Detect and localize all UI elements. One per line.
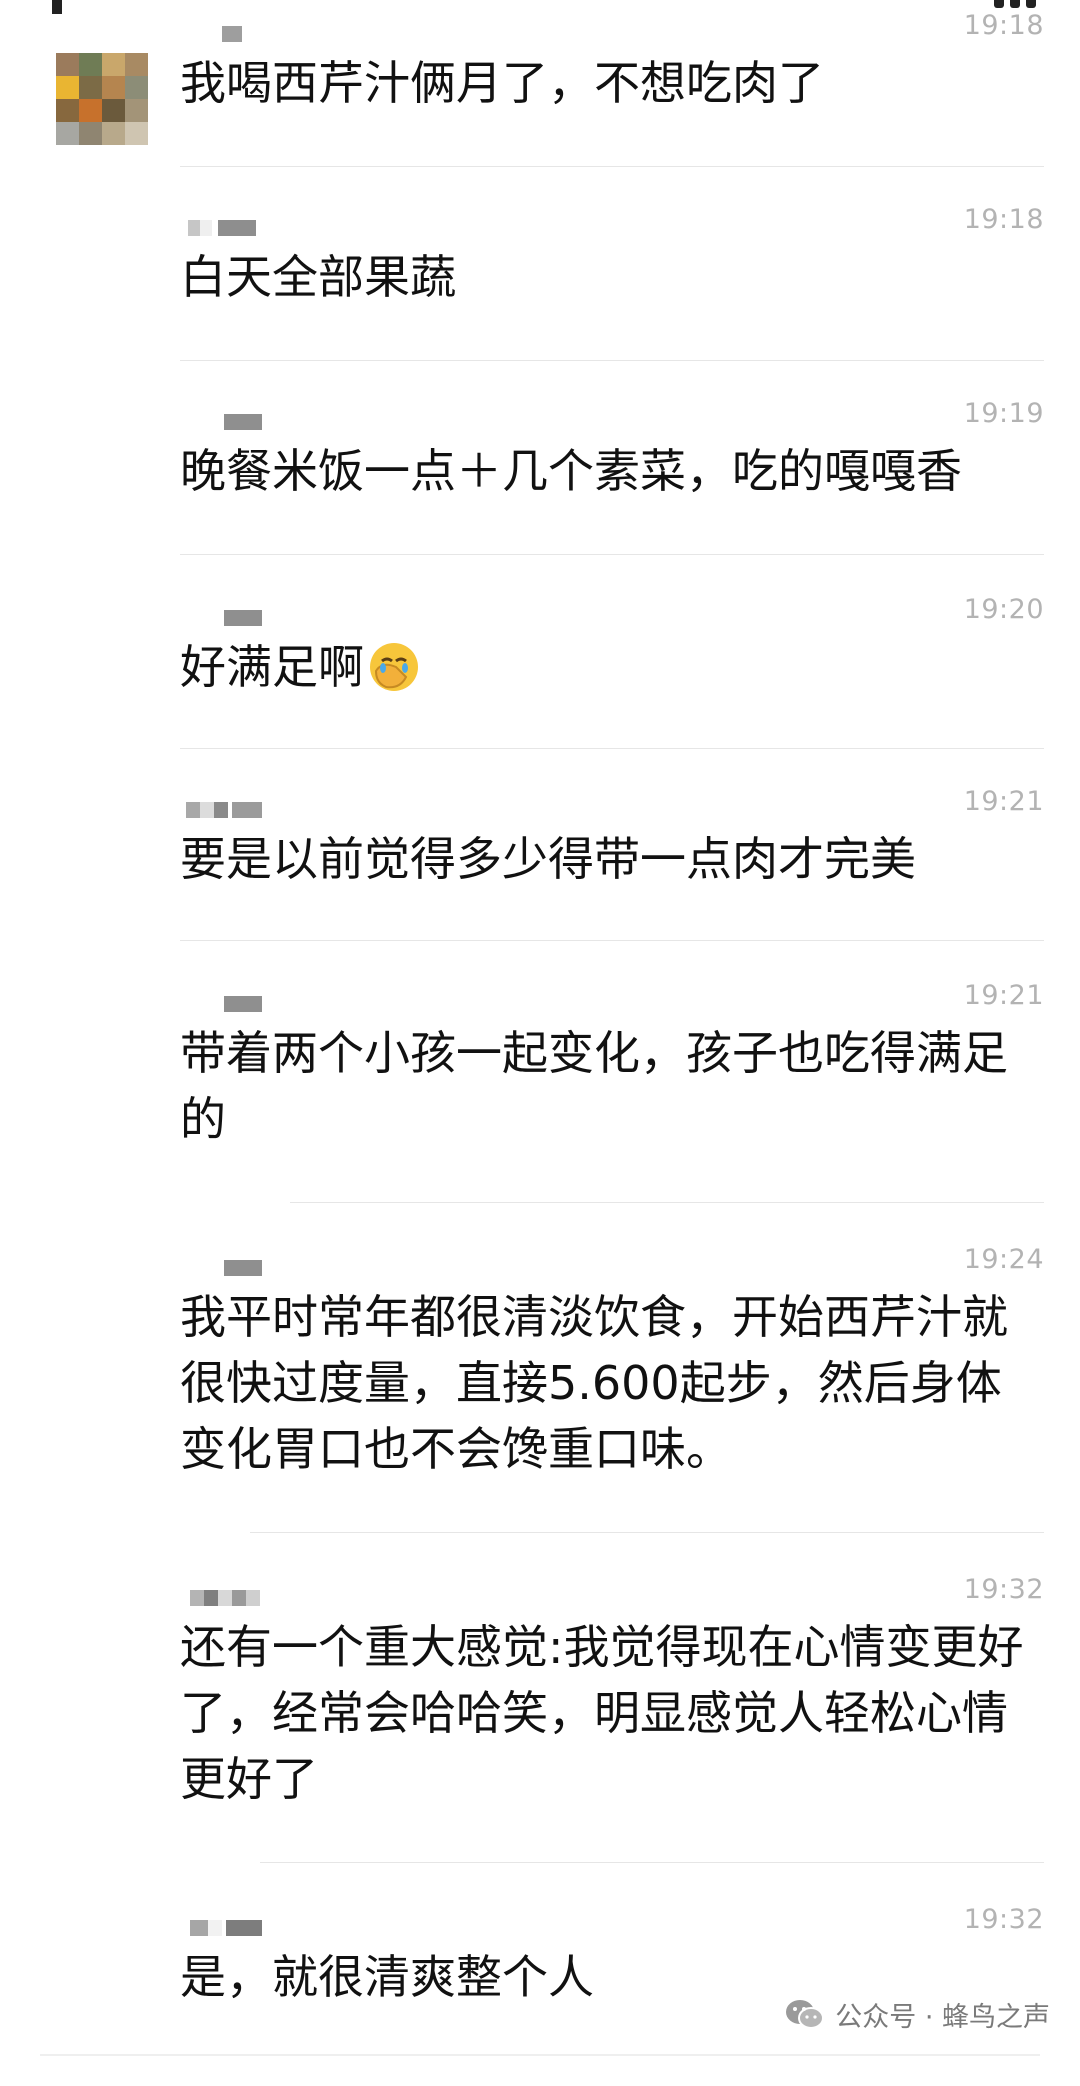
message-time: 19:32 [963,1904,1044,1935]
status-bar-fragment [52,0,62,14]
message-time: 19:19 [963,398,1044,429]
facepalm-emoji-icon [370,643,418,691]
message-text: 晚餐米饭一点＋几个素菜，吃的嘎嘎香 [180,444,962,498]
message-text: 带着两个小孩一起变化，孩子也吃得满足的 [180,1026,1008,1146]
message-text: 要是以前觉得多少得带一点肉才完美 [180,832,916,886]
chat-history: 19:18 我喝西芹汁俩月了，不想吃肉了 19:18 白天全部果蔬 19:19 … [0,0,1080,2086]
sender-name-blurred [186,990,262,1012]
sender-name-blurred [186,796,262,818]
sender-name-blurred [186,214,256,236]
message-time: 19:20 [963,594,1044,625]
sender-name-blurred [186,20,242,42]
divider [180,940,1044,941]
message-time: 19:21 [963,980,1044,1011]
watermark-label: 公众号 · 蜂鸟之声 [835,2002,1050,2033]
message-text: 好满足啊 [180,634,1030,700]
message-time: 19:32 [963,1574,1044,1605]
sender-name-blurred [186,408,262,430]
message-time: 19:18 [963,204,1044,235]
message-text: 我平时常年都很清淡饮食，开始西芹汁就很快过度量，直接5.600起步，然后身体变化… [180,1290,1008,1476]
message-time: 19:18 [963,10,1044,41]
divider [180,748,1044,749]
divider [290,1202,1044,1203]
watermark: 公众号 · 蜂鸟之声 [785,1995,1050,2034]
message-time: 19:21 [963,786,1044,817]
sender-name-blurred [186,604,262,626]
sender-name-blurred [186,1584,260,1606]
divider [180,360,1044,361]
message-time: 19:24 [963,1244,1044,1275]
message-text: 白天全部果蔬 [180,250,456,304]
message-text: 我喝西芹汁俩月了，不想吃肉了 [180,56,824,110]
more-icon[interactable] [994,0,1036,8]
sender-name-blurred [186,1254,262,1276]
wechat-icon [786,1999,825,2029]
divider [250,1532,1044,1533]
divider [260,1862,1044,1863]
sender-name-blurred [186,1914,262,1936]
message-text: 还有一个重大感觉:我觉得现在心情变更好了，经常会哈哈笑，明显感觉人轻松心情更好了 [180,1620,1024,1806]
divider [180,554,1044,555]
bottom-divider [40,2054,1040,2056]
message-text-content: 好满足啊 [180,640,364,694]
avatar[interactable] [56,53,148,145]
divider [180,166,1044,167]
